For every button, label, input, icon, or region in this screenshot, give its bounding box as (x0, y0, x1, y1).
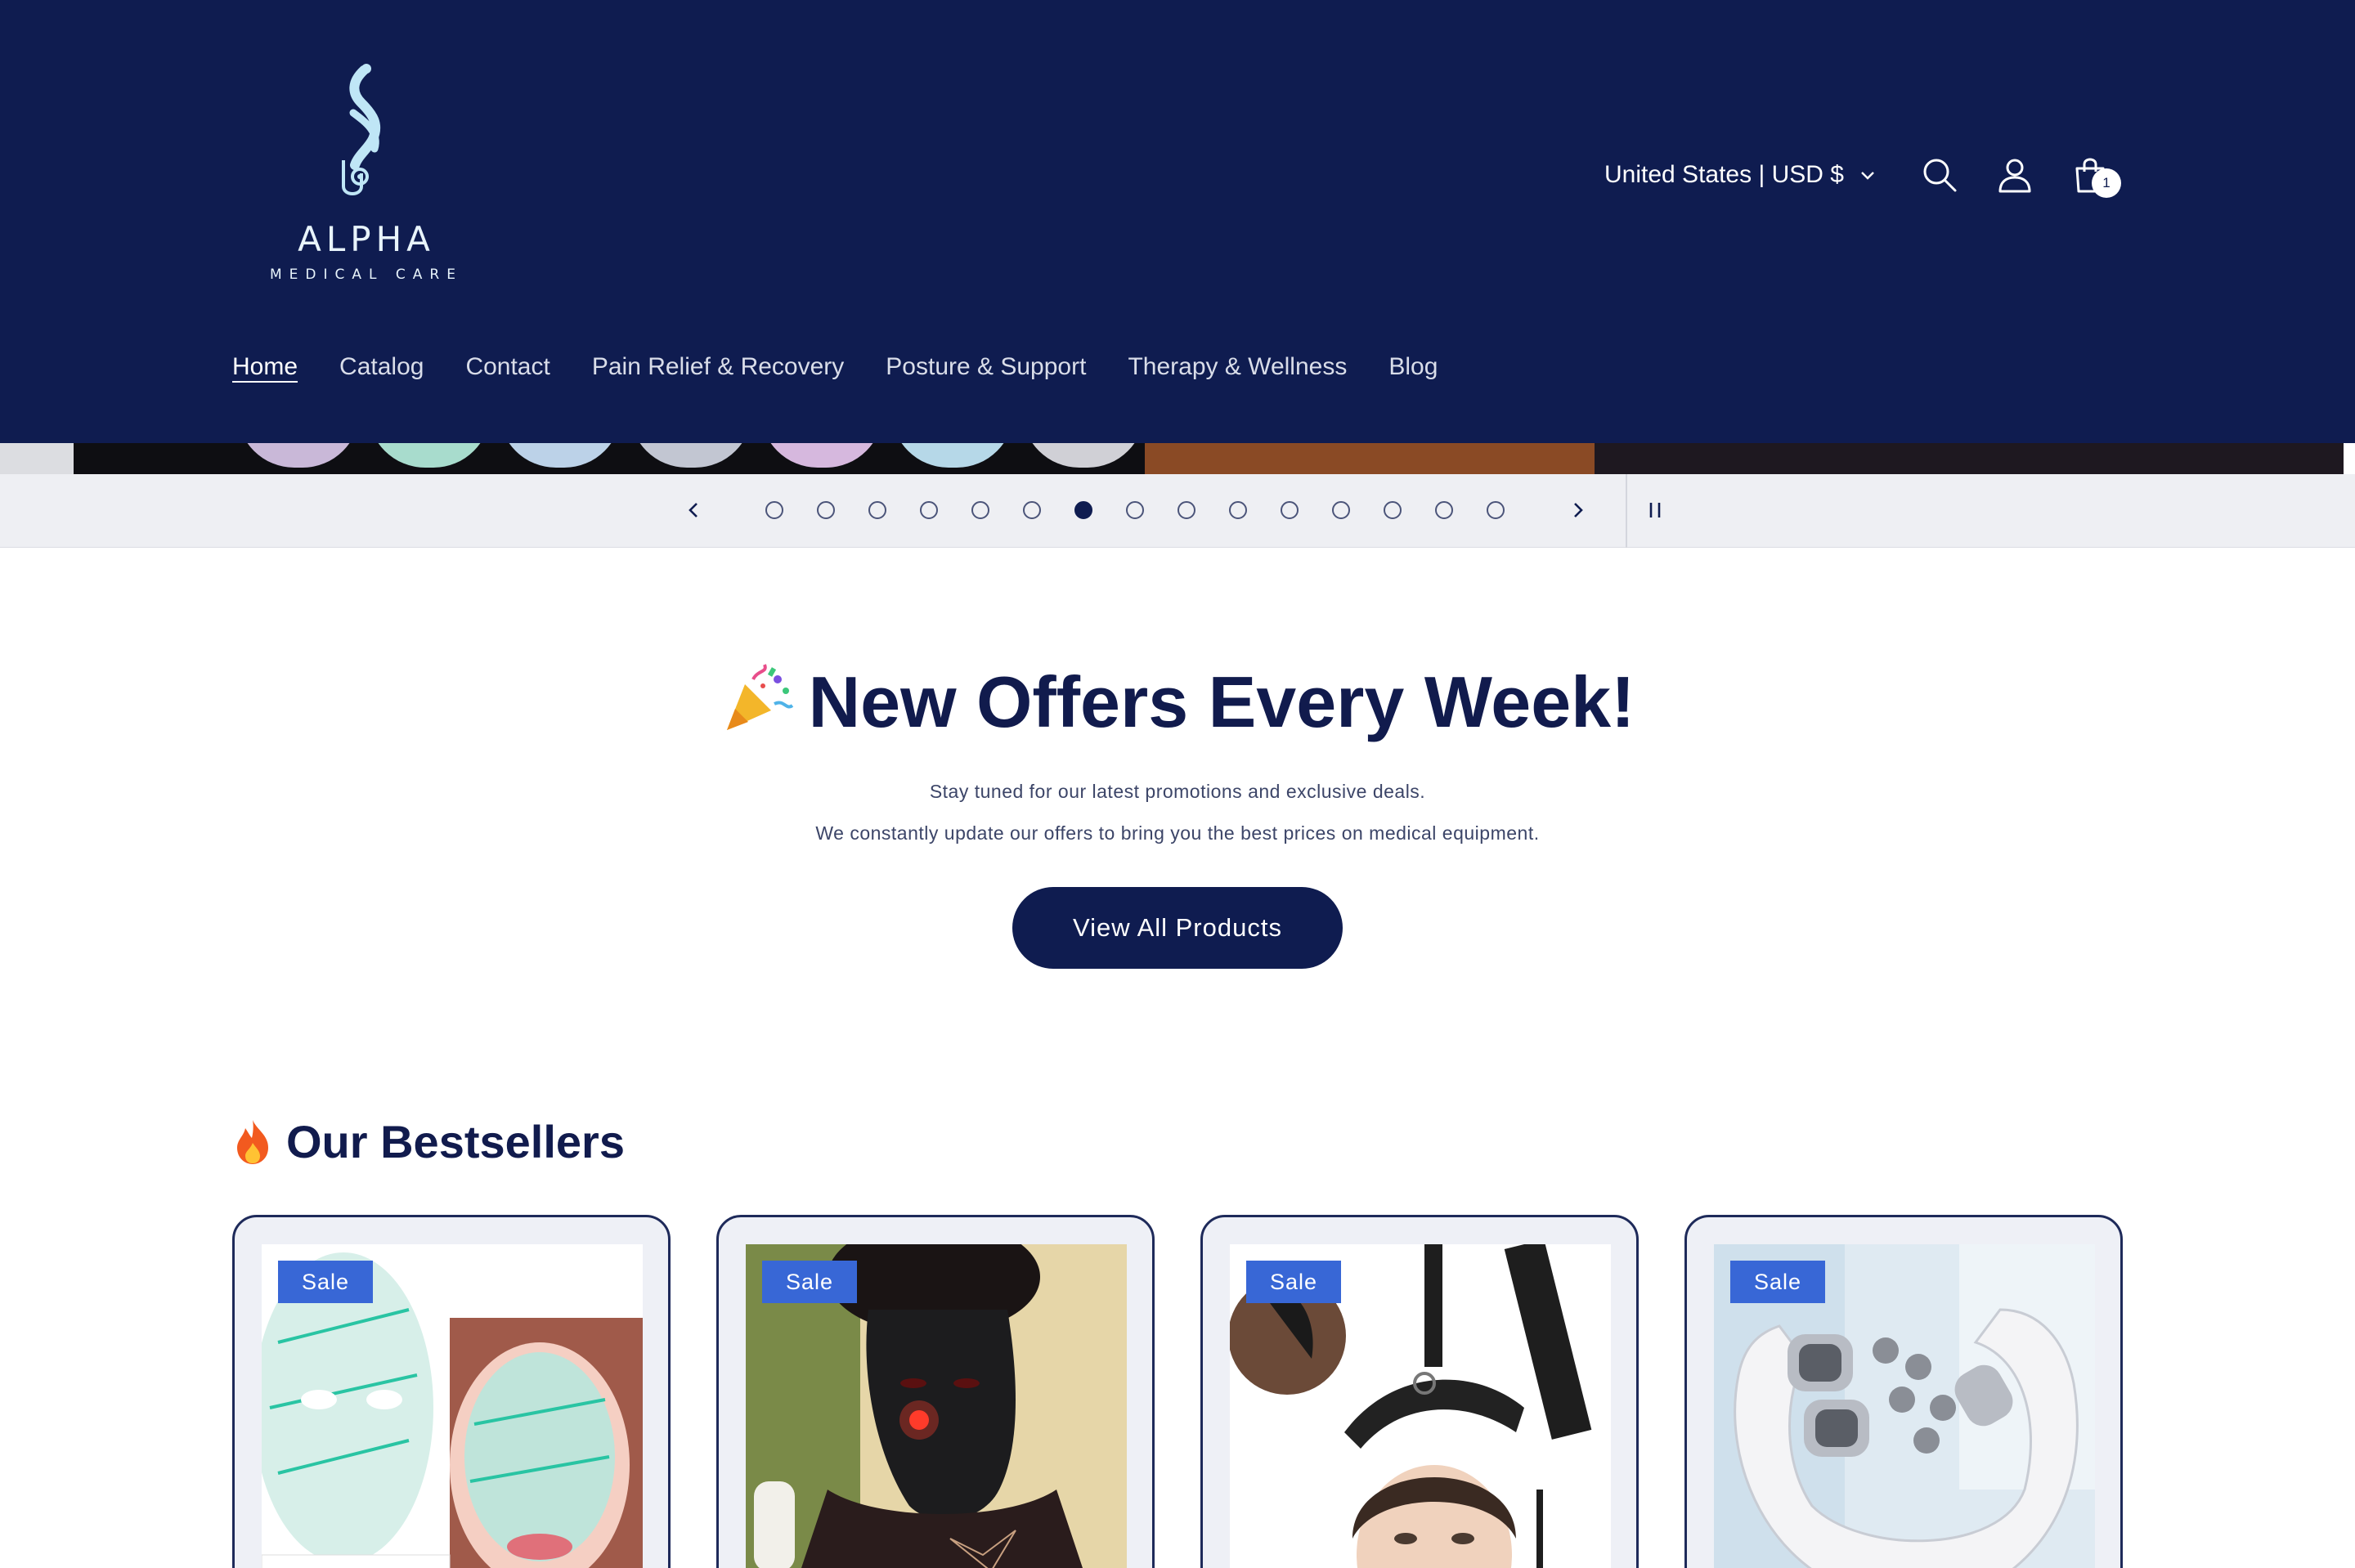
nav-item-therapy-wellness[interactable]: Therapy & Wellness (1128, 353, 1347, 381)
search-icon (1923, 159, 1957, 192)
slide-dot-15[interactable] (1487, 501, 1505, 519)
product-image-neck-traction[interactable]: Sale (1230, 1244, 1611, 1568)
product-image-led-face-mask[interactable]: Sale (262, 1244, 643, 1568)
nav-item-pain-relief[interactable]: Pain Relief & Recovery (592, 353, 844, 381)
slideshow-controls (0, 474, 2355, 548)
slide-dot-10[interactable] (1229, 501, 1247, 519)
sale-badge: Sale (762, 1261, 857, 1303)
nav-item-posture-support[interactable]: Posture & Support (886, 353, 1086, 381)
product-card[interactable]: Sale (716, 1215, 1155, 1568)
country-currency-label: United States | USD $ (1604, 161, 1844, 188)
chevron-right-icon (1574, 503, 1583, 517)
main-nav: Home Catalog Contact Pain Relief & Recov… (232, 353, 1438, 381)
site-header: ALPHA MEDICAL CARE United States | USD $… (0, 0, 2355, 443)
chevron-down-icon (1861, 172, 1874, 180)
brand-logo[interactable]: ALPHA MEDICAL CARE (260, 64, 473, 293)
product-image-neck-massager[interactable]: Sale (1714, 1244, 2095, 1568)
slide-dot-11[interactable] (1281, 501, 1299, 519)
bestsellers-heading-text: Our Bestsellers (286, 1116, 625, 1167)
chevron-left-icon (689, 503, 698, 517)
logo-mark-icon (342, 64, 381, 195)
country-currency-selector[interactable]: United States | USD $ (1604, 155, 1877, 195)
slider-divider (1626, 474, 1627, 548)
nav-item-blog[interactable]: Blog (1388, 353, 1438, 381)
pause-slideshow-button[interactable] (1639, 494, 1671, 526)
account-button[interactable] (1992, 152, 2038, 198)
sale-badge: Sale (1730, 1261, 1825, 1303)
offers-heading-text: New Offers Every Week! (808, 661, 1635, 742)
offers-description-line-1: Stay tuned for our latest promotions and… (929, 781, 1426, 802)
cart-count-badge: 1 (2092, 168, 2121, 198)
slide-dot-6[interactable] (1023, 501, 1041, 519)
slide-dot-7[interactable] (1074, 501, 1092, 519)
slide-dot-3[interactable] (868, 501, 886, 519)
slide-dot-12[interactable] (1332, 501, 1350, 519)
party-popper-icon (726, 664, 793, 730)
brand-tagline: MEDICAL CARE (270, 267, 463, 283)
slide-dot-5[interactable] (971, 501, 989, 519)
offers-description-line-2: We constantly update our offers to bring… (815, 822, 1540, 844)
search-button[interactable] (1917, 152, 1962, 198)
product-card[interactable]: Sale (232, 1215, 671, 1568)
offers-heading: New Offers Every Week! (0, 661, 2355, 744)
pause-icon (1649, 503, 1661, 517)
account-icon (1998, 159, 2031, 193)
slide-dot-4[interactable] (920, 501, 938, 519)
next-slide-button[interactable] (1563, 495, 1593, 525)
bestsellers-heading: Our Bestsellers (232, 1115, 625, 1168)
product-card[interactable]: Sale (1684, 1215, 2123, 1568)
fire-icon (237, 1119, 268, 1164)
slide-dot-14[interactable] (1435, 501, 1453, 519)
previous-slide-button[interactable] (679, 495, 708, 525)
product-card[interactable]: Sale (1200, 1215, 1639, 1568)
sale-badge: Sale (278, 1261, 373, 1303)
slide-dot-2[interactable] (817, 501, 835, 519)
slide-dot-13[interactable] (1384, 501, 1402, 519)
nav-item-catalog[interactable]: Catalog (339, 353, 424, 381)
slide-dot-1[interactable] (765, 501, 783, 519)
nav-item-home[interactable]: Home (232, 353, 298, 381)
slide-dot-8[interactable] (1126, 501, 1144, 519)
sale-badge: Sale (1246, 1261, 1341, 1303)
brand-name: ALPHA (298, 219, 435, 259)
product-image-red-light-mask[interactable]: Sale (746, 1244, 1127, 1568)
slide-dots (765, 501, 1505, 519)
view-all-products-button[interactable]: View All Products (1012, 887, 1343, 969)
hero-slide-image (0, 443, 2344, 474)
slide-dot-9[interactable] (1178, 501, 1195, 519)
nav-item-contact[interactable]: Contact (465, 353, 550, 381)
